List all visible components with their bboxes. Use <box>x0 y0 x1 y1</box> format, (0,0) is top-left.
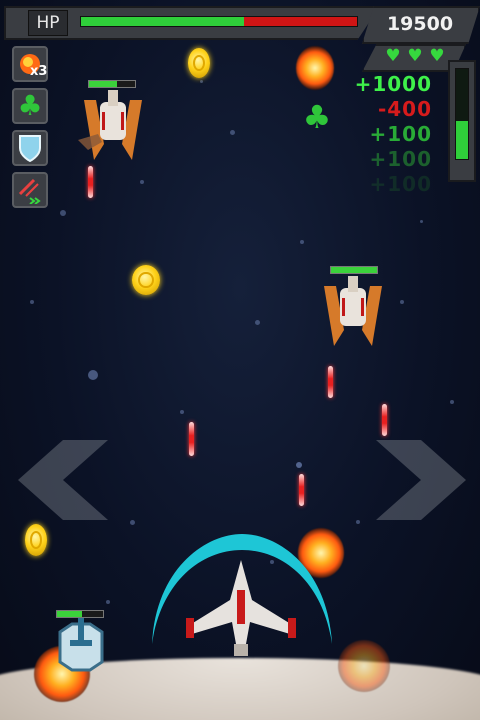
score-value: 19500 <box>386 13 454 35</box>
gold-coin <box>25 524 47 556</box>
score-popup: +100 <box>369 147 432 171</box>
bomb-count: x3 <box>30 64 48 79</box>
move-left-arrow[interactable] <box>18 440 108 520</box>
move-right-arrow[interactable] <box>376 440 466 520</box>
clover-powerup-button[interactable]: ♣ <box>12 88 48 124</box>
score-popup: +100 <box>369 172 432 196</box>
heart-icon: ♥ <box>407 46 423 66</box>
enemy-laser <box>382 404 387 436</box>
enemy-health-bar <box>88 80 136 88</box>
explosion <box>338 640 390 692</box>
hp-bar <box>80 16 358 27</box>
player-laser <box>299 474 304 506</box>
hp-label: HP <box>28 10 68 36</box>
clover-icon: ♣ <box>17 89 43 122</box>
laser-icon <box>18 178 41 204</box>
heart-icon: ♥ <box>385 46 401 66</box>
player-laser <box>189 422 194 456</box>
score-popup: +100 <box>369 122 432 146</box>
game-stage[interactable]: ♣ HP 19500 ♥ ♥ ♥ +1000 -400 +100 +100 +1… <box>0 0 480 720</box>
shield-powerup-button[interactable] <box>12 130 48 166</box>
gold-coin <box>188 48 210 78</box>
explosion <box>296 46 334 90</box>
hp-bar-fill <box>81 17 244 26</box>
laser-powerup-button[interactable] <box>12 172 48 208</box>
enemy-laser <box>88 166 93 198</box>
score-popup: -400 <box>377 97 432 121</box>
ground-turret <box>58 618 104 672</box>
power-gauge <box>455 68 469 160</box>
enemy-laser <box>328 366 333 398</box>
power-gauge-fill <box>456 121 468 159</box>
score-popup: +1000 <box>354 72 432 96</box>
enemy-health-bar <box>330 266 378 274</box>
turret-health-bar <box>56 610 104 618</box>
clover-pickup-icon: ♣ <box>302 98 332 136</box>
heart-icon: ♥ <box>429 46 445 66</box>
enemy-ship-2 <box>324 276 382 346</box>
player-ship[interactable] <box>186 560 296 660</box>
gold-coin <box>132 265 160 295</box>
enemy-ship-1 <box>78 90 142 160</box>
shield-icon <box>19 135 41 162</box>
